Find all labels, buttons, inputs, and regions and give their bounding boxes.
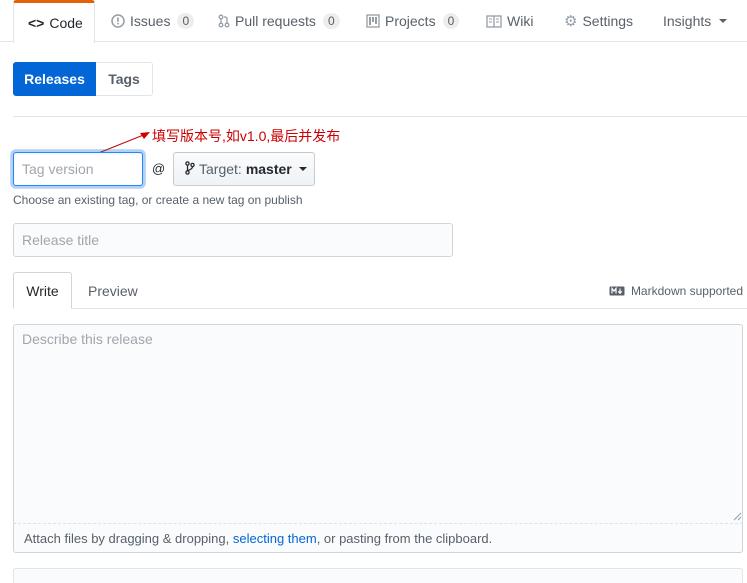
- releases-subnav: Releases Tags: [13, 62, 153, 96]
- markdown-icon: [609, 286, 625, 296]
- divider: [13, 116, 747, 117]
- next-section-edge: [13, 568, 743, 583]
- pull-request-icon: [218, 14, 230, 28]
- resize-handle-icon[interactable]: [733, 512, 742, 521]
- release-title-input[interactable]: [13, 223, 453, 257]
- select-files-link[interactable]: selecting them: [233, 531, 317, 546]
- branch-icon: [185, 160, 195, 178]
- dropdown-caret-icon: [719, 19, 728, 23]
- tab-code-label: Code: [49, 15, 83, 31]
- tab-wiki[interactable]: Wiki: [486, 0, 533, 42]
- release-description-textarea[interactable]: [13, 324, 743, 524]
- tag-note: Choose an existing tag, or create a new …: [13, 193, 303, 207]
- tab-projects-label: Projects: [385, 13, 436, 29]
- tab-pull-requests-label: Pull requests: [235, 13, 316, 29]
- tab-wiki-label: Wiki: [507, 13, 534, 29]
- markdown-supported-link[interactable]: Markdown supported: [609, 284, 743, 298]
- issue-icon: [111, 14, 125, 28]
- at-sign: @: [152, 161, 166, 176]
- code-icon: <>: [28, 15, 45, 31]
- gear-icon: ⚙: [564, 13, 578, 30]
- book-icon: [486, 14, 502, 28]
- attach-suffix: , or pasting from the clipboard.: [316, 530, 493, 546]
- preview-tab[interactable]: Preview: [88, 272, 138, 309]
- repo-nav: <> Code Issues 0 Pull requests 0 Project…: [0, 0, 747, 43]
- target-branch-button[interactable]: Target: master: [173, 152, 315, 186]
- tab-issues-label: Issues: [130, 13, 171, 29]
- releases-button[interactable]: Releases: [13, 62, 96, 96]
- issues-count: 0: [177, 13, 195, 29]
- project-icon: [366, 14, 380, 28]
- tab-projects[interactable]: Projects 0: [366, 0, 460, 42]
- dropdown-caret-icon: [298, 167, 307, 171]
- tab-code[interactable]: <> Code: [13, 0, 95, 43]
- tab-settings[interactable]: ⚙ Settings: [564, 0, 633, 42]
- tab-issues[interactable]: Issues 0: [111, 0, 195, 42]
- annotation-text: 填写版本号,如v1.0,最后并发布: [152, 128, 341, 144]
- tab-insights-label: Insights: [663, 13, 712, 29]
- tab-pull-requests[interactable]: Pull requests 0: [218, 0, 340, 42]
- tags-button[interactable]: Tags: [96, 62, 153, 96]
- tab-insights[interactable]: Insights: [663, 0, 728, 42]
- pull-requests-count: 0: [322, 13, 340, 29]
- projects-count: 0: [442, 13, 460, 29]
- target-branch-name: master: [245, 161, 292, 177]
- editor-tabs: Write Preview Markdown supported: [13, 272, 747, 309]
- markdown-supported-label: Markdown supported: [630, 284, 743, 298]
- file-attach-bar[interactable]: Attach files by dragging & dropping, sel…: [13, 523, 743, 553]
- attach-prefix: Attach files by dragging & dropping,: [24, 530, 233, 546]
- tag-version-input[interactable]: [13, 152, 143, 186]
- target-label: Target:: [199, 161, 242, 177]
- tab-settings-label: Settings: [582, 13, 634, 29]
- write-tab[interactable]: Write: [13, 272, 72, 309]
